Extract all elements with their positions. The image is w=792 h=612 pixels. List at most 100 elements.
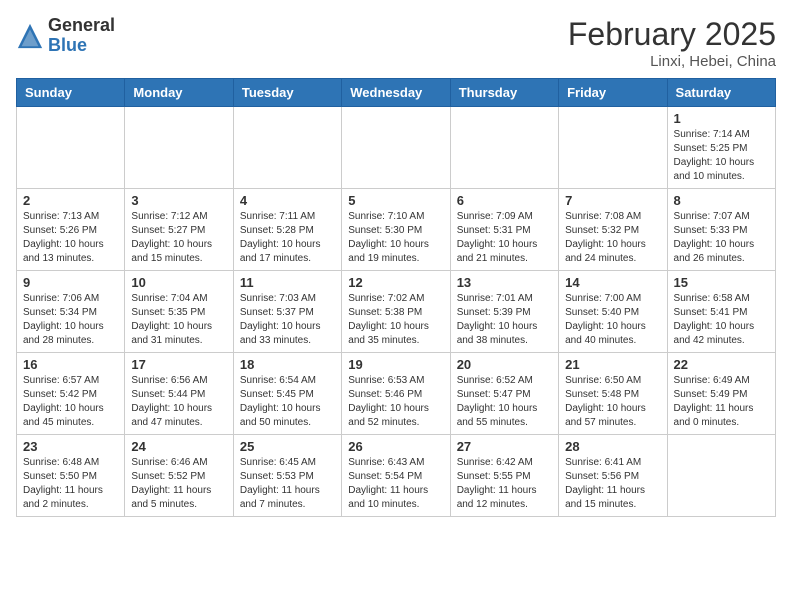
calendar-table: SundayMondayTuesdayWednesdayThursdayFrid… bbox=[16, 78, 776, 517]
day-number: 22 bbox=[674, 357, 769, 372]
day-number: 12 bbox=[348, 275, 443, 290]
calendar-week-4: 16Sunrise: 6:57 AM Sunset: 5:42 PM Dayli… bbox=[17, 353, 776, 435]
day-info: Sunrise: 7:07 AM Sunset: 5:33 PM Dayligh… bbox=[674, 210, 769, 266]
weekday-header-thursday: Thursday bbox=[450, 79, 558, 107]
day-info: Sunrise: 6:56 AM Sunset: 5:44 PM Dayligh… bbox=[131, 374, 226, 430]
day-info: Sunrise: 6:50 AM Sunset: 5:48 PM Dayligh… bbox=[565, 374, 660, 430]
page-header: General Blue February 2025 Linxi, Hebei,… bbox=[16, 16, 776, 70]
day-number: 11 bbox=[240, 275, 335, 290]
calendar-cell: 12 Sunrise: 7:02 AM Sunset: 5:38 PM Dayli… bbox=[342, 271, 450, 353]
day-info: Sunrise: 7:00 AM Sunset: 5:40 PM Dayligh… bbox=[565, 292, 660, 348]
calendar-cell bbox=[125, 107, 233, 189]
day-info: Sunrise: 7:03 AM Sunset: 5:37 PM Dayligh… bbox=[240, 292, 335, 348]
day-number: 14 bbox=[565, 275, 660, 290]
day-number: 21 bbox=[565, 357, 660, 372]
day-number: 10 bbox=[131, 275, 226, 290]
day-number: 15 bbox=[674, 275, 769, 290]
day-info: Sunrise: 7:12 AM Sunset: 5:27 PM Dayligh… bbox=[131, 210, 226, 266]
weekday-header-wednesday: Wednesday bbox=[342, 79, 450, 107]
day-info: Sunrise: 7:04 AM Sunset: 5:35 PM Dayligh… bbox=[131, 292, 226, 348]
calendar-cell: 24 Sunrise: 6:46 AM Sunset: 5:52 PM Dayli… bbox=[125, 435, 233, 517]
calendar-cell: 27 Sunrise: 6:42 AM Sunset: 5:55 PM Dayli… bbox=[450, 435, 558, 517]
day-info: Sunrise: 6:57 AM Sunset: 5:42 PM Dayligh… bbox=[23, 374, 118, 430]
day-number: 20 bbox=[457, 357, 552, 372]
logo-general: General bbox=[48, 16, 115, 36]
calendar-cell: 6 Sunrise: 7:09 AM Sunset: 5:31 PM Daylig… bbox=[450, 189, 558, 271]
day-info: Sunrise: 7:09 AM Sunset: 5:31 PM Dayligh… bbox=[457, 210, 552, 266]
day-info: Sunrise: 6:53 AM Sunset: 5:46 PM Dayligh… bbox=[348, 374, 443, 430]
day-number: 27 bbox=[457, 439, 552, 454]
day-info: Sunrise: 6:41 AM Sunset: 5:56 PM Dayligh… bbox=[565, 456, 660, 512]
calendar-cell: 22 Sunrise: 6:49 AM Sunset: 5:49 PM Dayli… bbox=[667, 353, 775, 435]
title-block: February 2025 Linxi, Hebei, China bbox=[568, 16, 776, 70]
calendar-cell: 16Sunrise: 6:57 AM Sunset: 5:42 PM Dayli… bbox=[17, 353, 125, 435]
day-number: 24 bbox=[131, 439, 226, 454]
calendar-cell bbox=[17, 107, 125, 189]
month-year-title: February 2025 bbox=[568, 16, 776, 53]
calendar-cell: 28 Sunrise: 6:41 AM Sunset: 5:56 PM Dayli… bbox=[559, 435, 667, 517]
day-number: 9 bbox=[23, 275, 118, 290]
day-info: Sunrise: 6:43 AM Sunset: 5:54 PM Dayligh… bbox=[348, 456, 443, 512]
day-info: Sunrise: 6:52 AM Sunset: 5:47 PM Dayligh… bbox=[457, 374, 552, 430]
calendar-cell: 5Sunrise: 7:10 AM Sunset: 5:30 PM Daylig… bbox=[342, 189, 450, 271]
calendar-cell: 20 Sunrise: 6:52 AM Sunset: 5:47 PM Dayli… bbox=[450, 353, 558, 435]
calendar-cell: 7Sunrise: 7:08 AM Sunset: 5:32 PM Daylig… bbox=[559, 189, 667, 271]
calendar-cell: 18 Sunrise: 6:54 AM Sunset: 5:45 PM Dayli… bbox=[233, 353, 341, 435]
day-number: 23 bbox=[23, 439, 118, 454]
calendar-cell: 11 Sunrise: 7:03 AM Sunset: 5:37 PM Dayli… bbox=[233, 271, 341, 353]
day-info: Sunrise: 7:01 AM Sunset: 5:39 PM Dayligh… bbox=[457, 292, 552, 348]
day-number: 28 bbox=[565, 439, 660, 454]
calendar-cell: 14 Sunrise: 7:00 AM Sunset: 5:40 PM Dayli… bbox=[559, 271, 667, 353]
day-number: 17 bbox=[131, 357, 226, 372]
calendar-cell: 17 Sunrise: 6:56 AM Sunset: 5:44 PM Dayli… bbox=[125, 353, 233, 435]
day-info: Sunrise: 7:14 AM Sunset: 5:25 PM Dayligh… bbox=[674, 128, 769, 184]
day-number: 1 bbox=[674, 111, 769, 126]
calendar-cell bbox=[450, 107, 558, 189]
day-info: Sunrise: 7:13 AM Sunset: 5:26 PM Dayligh… bbox=[23, 210, 118, 266]
calendar-cell: 8Sunrise: 7:07 AM Sunset: 5:33 PM Daylig… bbox=[667, 189, 775, 271]
logo-blue: Blue bbox=[48, 36, 115, 56]
weekday-header-monday: Monday bbox=[125, 79, 233, 107]
day-info: Sunrise: 6:58 AM Sunset: 5:41 PM Dayligh… bbox=[674, 292, 769, 348]
calendar-week-5: 23 Sunrise: 6:48 AM Sunset: 5:50 PM Dayli… bbox=[17, 435, 776, 517]
calendar-cell: 26 Sunrise: 6:43 AM Sunset: 5:54 PM Dayli… bbox=[342, 435, 450, 517]
calendar-week-2: 2Sunrise: 7:13 AM Sunset: 5:26 PM Daylig… bbox=[17, 189, 776, 271]
calendar-cell: 25 Sunrise: 6:45 AM Sunset: 5:53 PM Dayli… bbox=[233, 435, 341, 517]
day-number: 4 bbox=[240, 193, 335, 208]
day-number: 18 bbox=[240, 357, 335, 372]
day-number: 25 bbox=[240, 439, 335, 454]
day-number: 6 bbox=[457, 193, 552, 208]
location-subtitle: Linxi, Hebei, China bbox=[568, 53, 776, 70]
calendar-cell: 3Sunrise: 7:12 AM Sunset: 5:27 PM Daylig… bbox=[125, 189, 233, 271]
day-info: Sunrise: 6:54 AM Sunset: 5:45 PM Dayligh… bbox=[240, 374, 335, 430]
calendar-cell: 15 Sunrise: 6:58 AM Sunset: 5:41 PM Dayli… bbox=[667, 271, 775, 353]
weekday-header-friday: Friday bbox=[559, 79, 667, 107]
calendar-cell bbox=[667, 435, 775, 517]
day-number: 26 bbox=[348, 439, 443, 454]
calendar-cell: 21 Sunrise: 6:50 AM Sunset: 5:48 PM Dayli… bbox=[559, 353, 667, 435]
logo: General Blue bbox=[16, 16, 115, 56]
day-info: Sunrise: 7:02 AM Sunset: 5:38 PM Dayligh… bbox=[348, 292, 443, 348]
day-number: 13 bbox=[457, 275, 552, 290]
day-number: 5 bbox=[348, 193, 443, 208]
day-info: Sunrise: 6:45 AM Sunset: 5:53 PM Dayligh… bbox=[240, 456, 335, 512]
weekday-header-tuesday: Tuesday bbox=[233, 79, 341, 107]
day-info: Sunrise: 6:49 AM Sunset: 5:49 PM Dayligh… bbox=[674, 374, 769, 430]
calendar-cell: 23 Sunrise: 6:48 AM Sunset: 5:50 PM Dayli… bbox=[17, 435, 125, 517]
calendar-week-3: 9Sunrise: 7:06 AM Sunset: 5:34 PM Daylig… bbox=[17, 271, 776, 353]
day-info: Sunrise: 6:42 AM Sunset: 5:55 PM Dayligh… bbox=[457, 456, 552, 512]
calendar-cell bbox=[559, 107, 667, 189]
logo-text: General Blue bbox=[48, 16, 115, 56]
calendar-cell bbox=[233, 107, 341, 189]
calendar-cell: 1 Sunrise: 7:14 AM Sunset: 5:25 PM Daylig… bbox=[667, 107, 775, 189]
day-number: 19 bbox=[348, 357, 443, 372]
calendar-cell: 10 Sunrise: 7:04 AM Sunset: 5:35 PM Dayli… bbox=[125, 271, 233, 353]
day-info: Sunrise: 6:48 AM Sunset: 5:50 PM Dayligh… bbox=[23, 456, 118, 512]
day-info: Sunrise: 7:08 AM Sunset: 5:32 PM Dayligh… bbox=[565, 210, 660, 266]
calendar-week-1: 1 Sunrise: 7:14 AM Sunset: 5:25 PM Daylig… bbox=[17, 107, 776, 189]
calendar-header-row: SundayMondayTuesdayWednesdayThursdayFrid… bbox=[17, 79, 776, 107]
calendar-cell: 13 Sunrise: 7:01 AM Sunset: 5:39 PM Dayli… bbox=[450, 271, 558, 353]
day-info: Sunrise: 6:46 AM Sunset: 5:52 PM Dayligh… bbox=[131, 456, 226, 512]
calendar-cell: 4Sunrise: 7:11 AM Sunset: 5:28 PM Daylig… bbox=[233, 189, 341, 271]
calendar-cell: 9Sunrise: 7:06 AM Sunset: 5:34 PM Daylig… bbox=[17, 271, 125, 353]
